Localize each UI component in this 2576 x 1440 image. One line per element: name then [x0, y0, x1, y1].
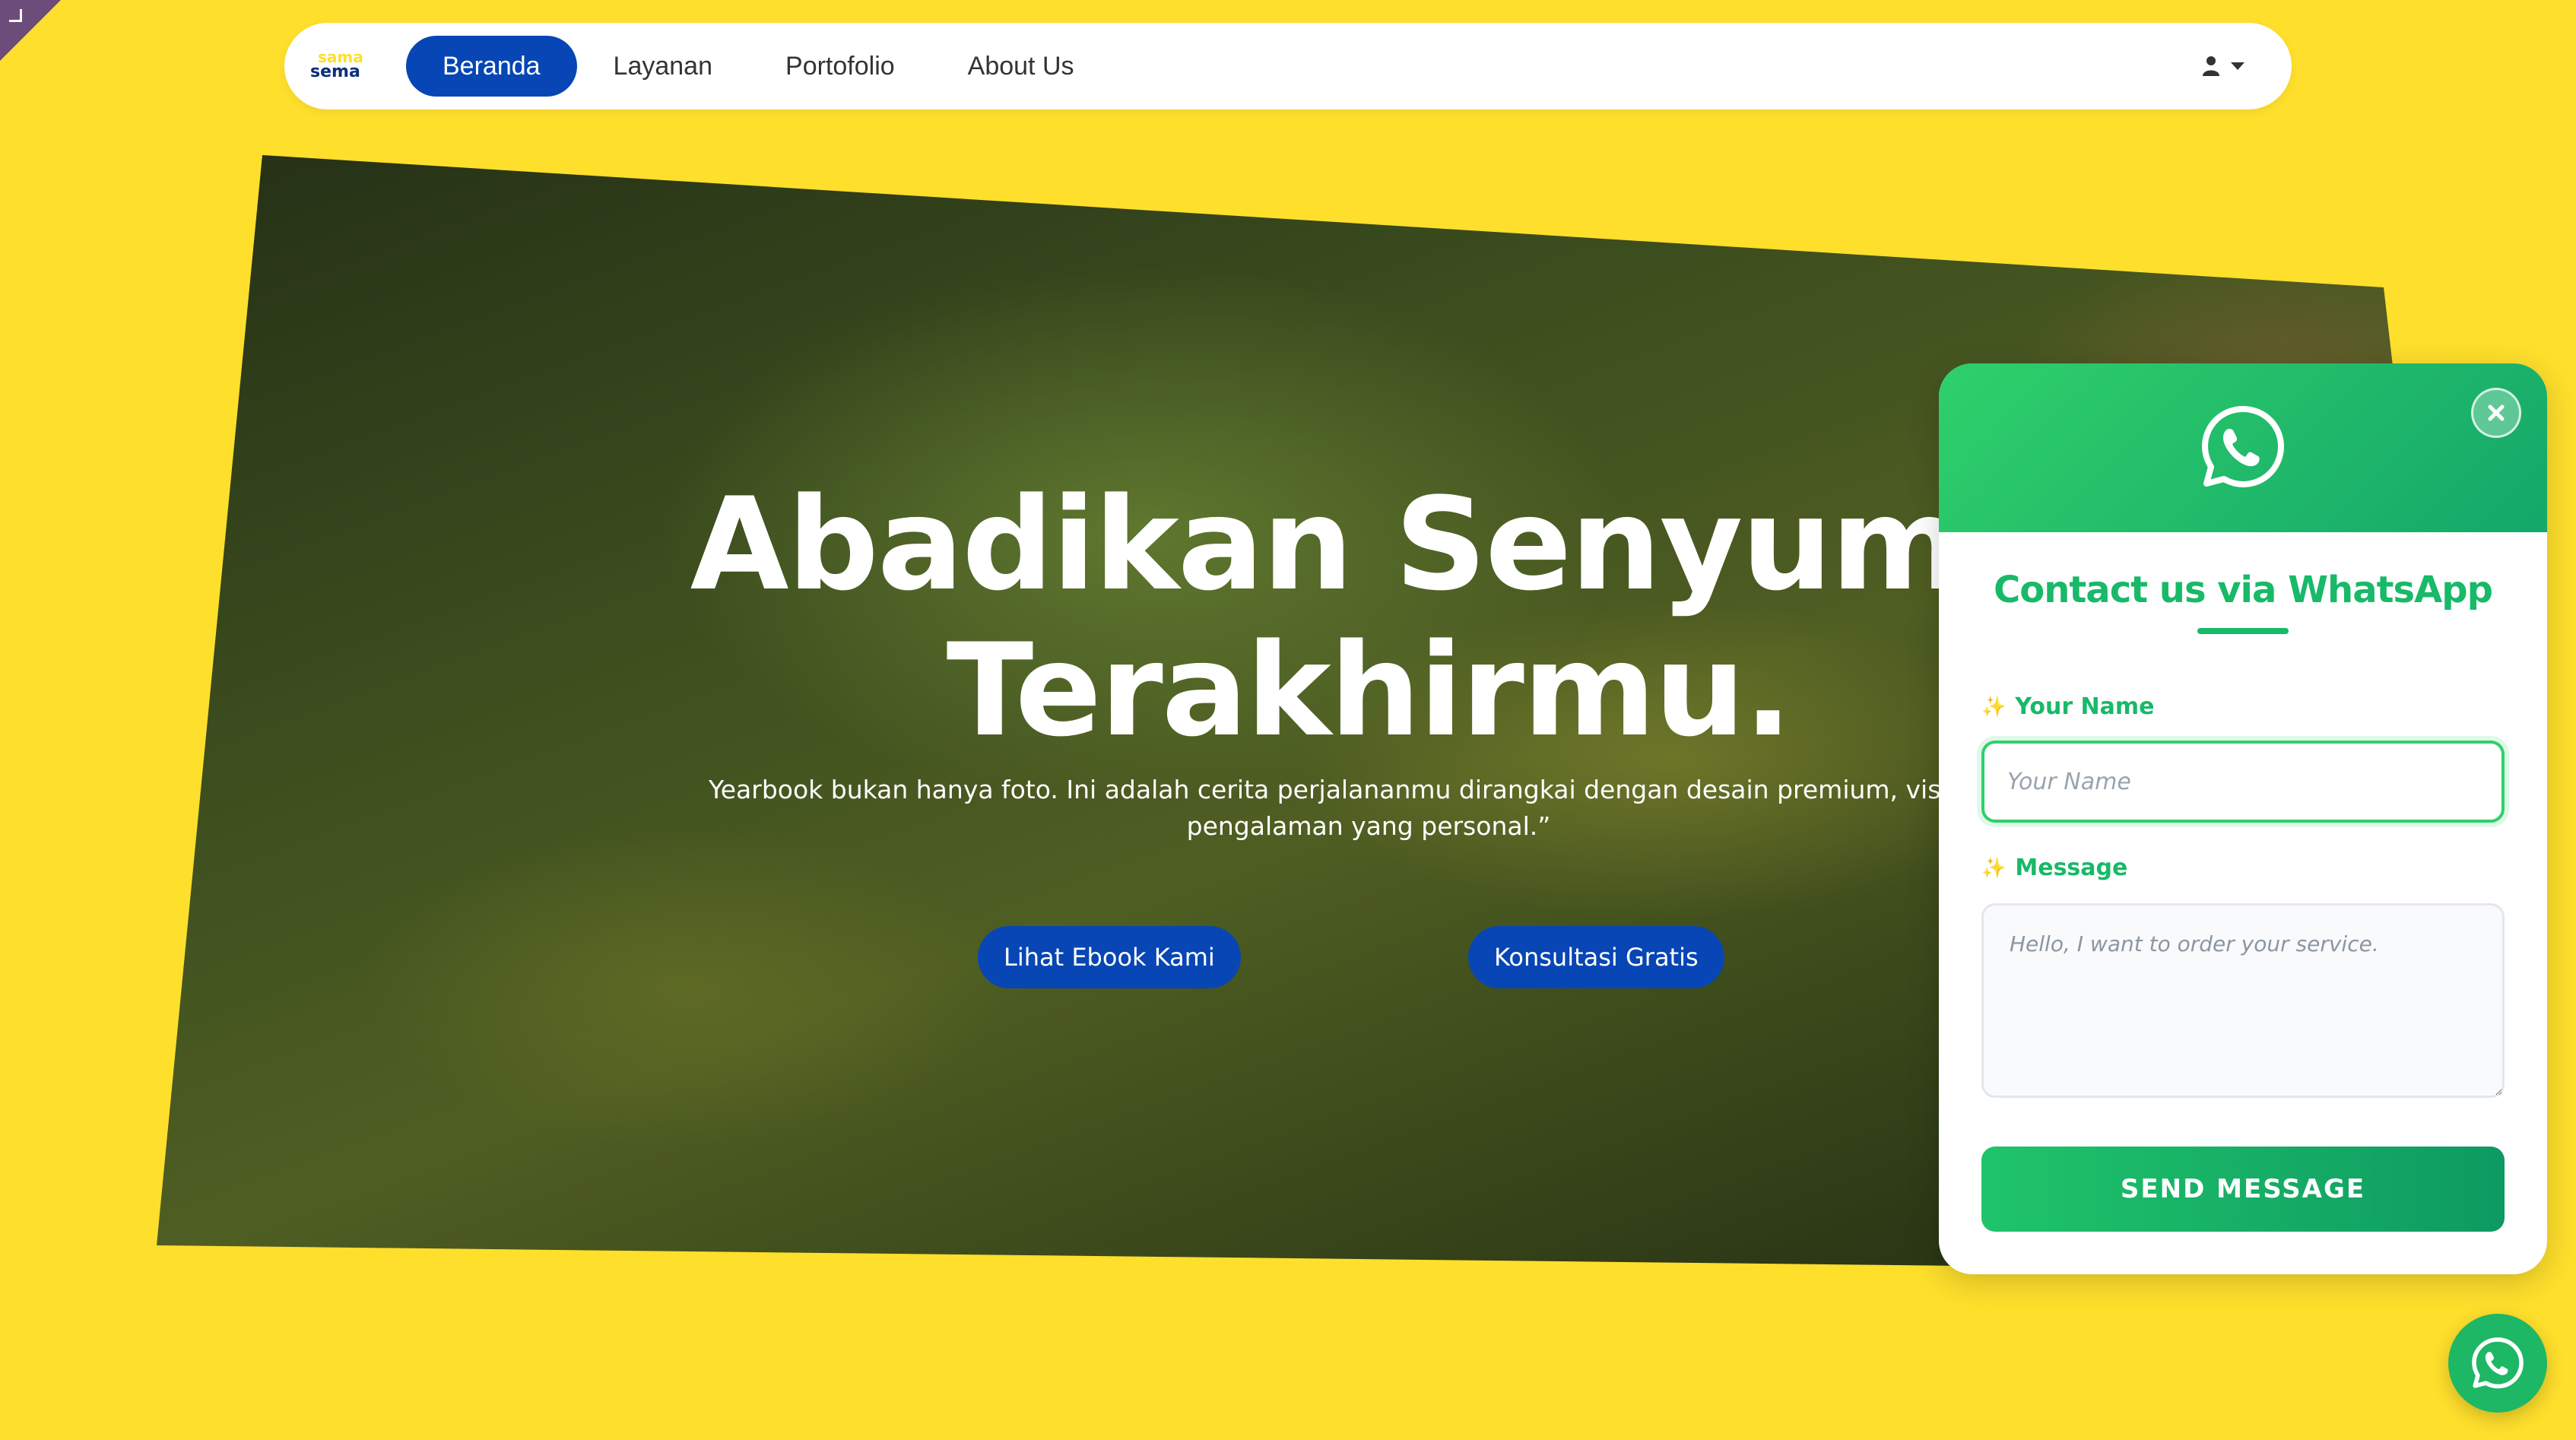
title-underline [2197, 628, 2289, 634]
name-label: ✨ Your Name [1981, 693, 2155, 720]
message-label-text: Message [2015, 855, 2128, 881]
caret-down-icon [2231, 62, 2244, 70]
nav-menu: Beranda Layanan Portofolio About Us [406, 36, 1111, 97]
hero-subtitle-line2: pengalaman yang personal.” [1186, 811, 1551, 841]
nav-item-beranda[interactable]: Beranda [406, 36, 577, 97]
nav-item-about-us[interactable]: About Us [931, 36, 1111, 97]
logo-line2: sema [310, 62, 360, 81]
user-icon [2203, 56, 2219, 76]
whatsapp-contact-panel: Contact us via WhatsApp ✨ Your Name ✨ Me… [1939, 363, 2547, 1274]
close-icon [2488, 404, 2505, 421]
name-label-text: Your Name [2015, 693, 2155, 720]
whatsapp-floating-button[interactable] [2448, 1314, 2547, 1413]
logo[interactable]: sama sema [307, 49, 368, 83]
hero-subtitle-line1: Yearbook bukan hanya foto. Ini adalah ce… [708, 775, 2029, 804]
sparkle-icon: ✨ [1981, 695, 2007, 718]
free-consultation-button[interactable]: Konsultasi Gratis [1468, 926, 1724, 988]
close-button[interactable] [2471, 388, 2521, 438]
hero-subtitle: Yearbook bukan hanya foto. Ini adalah ce… [623, 772, 2114, 845]
nav-item-portofolio[interactable]: Portofolio [749, 36, 931, 97]
send-message-button[interactable]: SEND MESSAGE [1981, 1147, 2505, 1232]
user-menu[interactable] [2202, 50, 2244, 82]
nav-item-layanan[interactable]: Layanan [577, 36, 749, 97]
whatsapp-icon [2202, 406, 2284, 487]
view-ebook-button[interactable]: Lihat Ebook Kami [978, 926, 1241, 988]
message-label: ✨ Message [1981, 855, 2127, 881]
panel-title: Contact us via WhatsApp [1993, 569, 2493, 611]
whatsapp-icon [2472, 1337, 2524, 1389]
message-textarea[interactable] [1981, 903, 2505, 1098]
navbar: sama sema Beranda Layanan Portofolio Abo… [284, 23, 2292, 109]
name-input[interactable] [1981, 741, 2505, 823]
sparkle-icon: ✨ [1981, 856, 2007, 880]
panel-header [1939, 363, 2547, 532]
